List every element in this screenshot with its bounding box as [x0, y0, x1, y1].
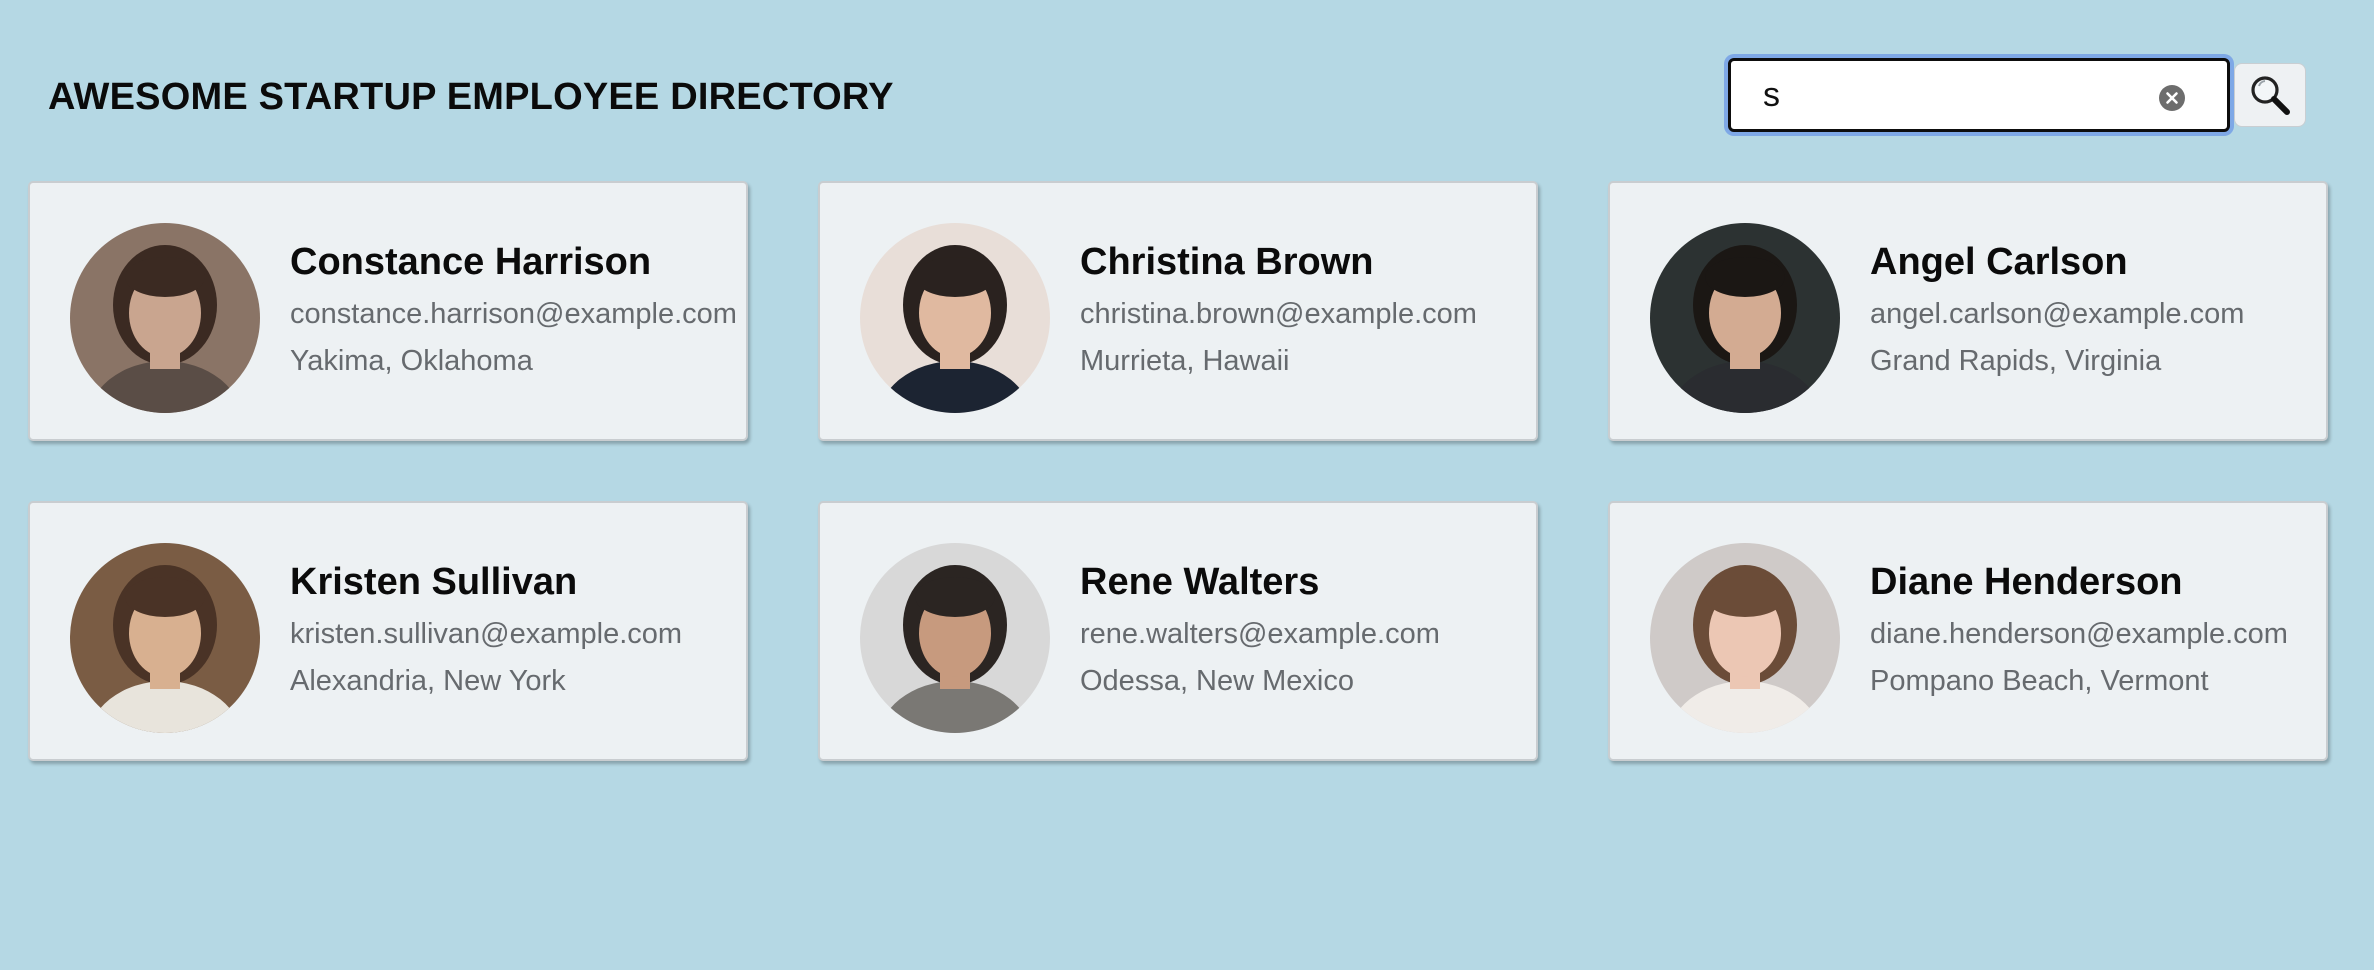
- employee-email: angel.carlson@example.com: [1870, 298, 2245, 330]
- employee-name: Constance Harrison: [290, 241, 652, 283]
- avatar: [70, 543, 260, 733]
- employee-name: Rene Walters: [1080, 561, 1320, 603]
- search-bar: [1728, 56, 2306, 134]
- employee-location: Murrieta, Hawaii: [1080, 345, 1290, 377]
- x-circle-icon[interactable]: [2159, 85, 2185, 111]
- employee-location: Pompano Beach, Vermont: [1870, 665, 2209, 697]
- avatar: [70, 223, 260, 413]
- employee-email: christina.brown@example.com: [1080, 298, 1477, 330]
- avatar-photo: [860, 223, 1050, 413]
- employee-card[interactable]: Rene Walters rene.walters@example.com Od…: [818, 501, 1538, 761]
- employee-card[interactable]: Christina Brown christina.brown@example.…: [818, 181, 1538, 441]
- avatar-photo: [70, 223, 260, 413]
- avatar: [1650, 543, 1840, 733]
- employee-email: kristen.sullivan@example.com: [290, 618, 683, 650]
- employee-info: Diane Henderson diane.henderson@example.…: [1870, 561, 2288, 698]
- page-title: AWESOME STARTUP EMPLOYEE DIRECTORY: [48, 76, 894, 118]
- avatar-photo: [1650, 223, 1840, 413]
- employee-location: Alexandria, New York: [290, 665, 566, 697]
- avatar-photo: [70, 543, 260, 733]
- search-button[interactable]: [2234, 63, 2306, 127]
- employee-email: rene.walters@example.com: [1080, 618, 1440, 650]
- employee-name: Kristen Sullivan: [290, 561, 578, 603]
- search-input[interactable]: [1731, 61, 2151, 129]
- avatar: [860, 543, 1050, 733]
- employee-location: Odessa, New Mexico: [1080, 665, 1354, 697]
- employee-name: Christina Brown: [1080, 241, 1374, 283]
- employee-info: Constance Harrison constance.harrison@ex…: [290, 241, 737, 378]
- employee-location: Grand Rapids, Virginia: [1870, 345, 2162, 377]
- employee-email: constance.harrison@example.com: [290, 298, 737, 330]
- avatar: [1650, 223, 1840, 413]
- avatar-photo: [1650, 543, 1840, 733]
- employee-name: Angel Carlson: [1870, 241, 2128, 283]
- search-input-box[interactable]: [1728, 58, 2230, 132]
- avatar-photo: [860, 543, 1050, 733]
- employee-info: Christina Brown christina.brown@example.…: [1080, 241, 1477, 378]
- employee-info: Angel Carlson angel.carlson@example.com …: [1870, 241, 2244, 378]
- employee-info: Kristen Sullivan kristen.sullivan@exampl…: [290, 561, 682, 698]
- employee-name: Diane Henderson: [1870, 561, 2183, 603]
- employee-card[interactable]: Constance Harrison constance.harrison@ex…: [28, 181, 748, 441]
- employee-grid: Constance Harrison constance.harrison@ex…: [28, 181, 2328, 761]
- employee-card[interactable]: Kristen Sullivan kristen.sullivan@exampl…: [28, 501, 748, 761]
- employee-card[interactable]: Angel Carlson angel.carlson@example.com …: [1608, 181, 2328, 441]
- employee-card[interactable]: Diane Henderson diane.henderson@example.…: [1608, 501, 2328, 761]
- employee-location: Yakima, Oklahoma: [290, 345, 533, 377]
- clear-x-glyph: [2166, 92, 2178, 104]
- employee-info: Rene Walters rene.walters@example.com Od…: [1080, 561, 1440, 698]
- search-icon: [2251, 76, 2290, 115]
- employee-email: diane.henderson@example.com: [1870, 618, 2288, 650]
- avatar: [860, 223, 1050, 413]
